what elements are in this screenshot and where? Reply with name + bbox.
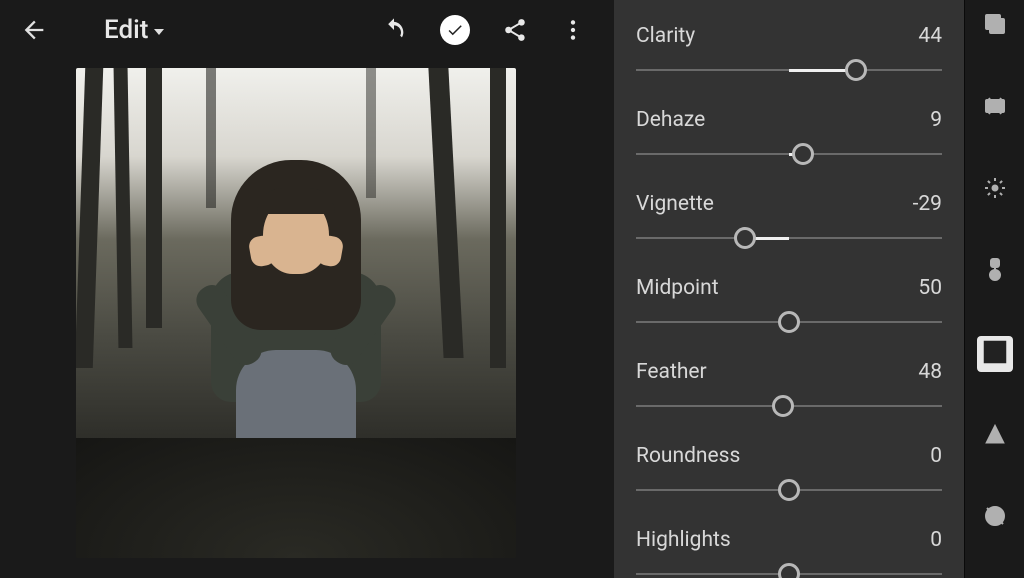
color-icon: [984, 257, 1006, 287]
slider-feather: Feather 48: [636, 360, 942, 416]
slider-thumb[interactable]: [734, 227, 756, 249]
detail-tool[interactable]: [977, 418, 1013, 454]
optics-icon: [983, 504, 1007, 532]
confirm-button[interactable]: [440, 15, 470, 45]
slider-track[interactable]: [636, 312, 942, 332]
optics-tool[interactable]: [977, 500, 1013, 536]
slider-label: Midpoint: [636, 276, 719, 300]
page-title: Edit: [104, 15, 148, 45]
image-preview: [76, 68, 516, 558]
auto-icon: [983, 94, 1007, 122]
slider-track[interactable]: [636, 144, 942, 164]
more-button[interactable]: [560, 17, 586, 43]
slider-label: Vignette: [636, 192, 714, 216]
slider-value: 44: [918, 24, 942, 48]
slider-track[interactable]: [636, 396, 942, 416]
slider-value: 0: [930, 528, 942, 552]
slider-thumb[interactable]: [845, 59, 867, 81]
presets-icon: [983, 12, 1007, 40]
slider-thumb[interactable]: [792, 143, 814, 165]
editor-main: Edit: [0, 0, 614, 578]
back-button[interactable]: [20, 16, 48, 44]
slider-label: Dehaze: [636, 108, 705, 132]
slider-thumb[interactable]: [772, 395, 794, 417]
share-button[interactable]: [502, 17, 528, 43]
slider-vignette: Vignette -29: [636, 192, 942, 248]
slider-track[interactable]: [636, 480, 942, 500]
slider-track[interactable]: [636, 228, 942, 248]
slider-label: Highlights: [636, 528, 731, 552]
slider-dehaze: Dehaze 9: [636, 108, 942, 164]
undo-button[interactable]: [380, 16, 408, 44]
slider-highlights: Highlights 0: [636, 528, 942, 578]
color-tool[interactable]: [977, 254, 1013, 290]
slider-track[interactable]: [636, 60, 942, 80]
slider-thumb[interactable]: [778, 563, 800, 578]
slider-value: 9: [930, 108, 942, 132]
tools-sidebar: [964, 0, 1024, 578]
effects-icon: [982, 339, 1008, 369]
chevron-down-icon: [154, 29, 164, 35]
auto-tool[interactable]: [977, 90, 1013, 126]
slider-thumb[interactable]: [778, 479, 800, 501]
slider-midpoint: Midpoint 50: [636, 276, 942, 332]
slider-value: -29: [913, 192, 942, 216]
presets-tool[interactable]: [977, 8, 1013, 44]
slider-value: 50: [918, 276, 942, 300]
effects-tool[interactable]: [977, 336, 1013, 372]
slider-thumb[interactable]: [778, 311, 800, 333]
slider-label: Feather: [636, 360, 707, 384]
detail-icon: [983, 422, 1007, 450]
slider-value: 48: [918, 360, 942, 384]
light-tool[interactable]: [977, 172, 1013, 208]
slider-value: 0: [930, 444, 942, 468]
image-viewport[interactable]: [0, 60, 614, 578]
slider-track[interactable]: [636, 564, 942, 578]
slider-label: Roundness: [636, 444, 740, 468]
slider-clarity: Clarity 44: [636, 24, 942, 80]
slider-roundness: Roundness 0: [636, 444, 942, 500]
topbar: Edit: [0, 0, 614, 60]
effects-panel: Clarity 44 Dehaze 9 Vignette -29 Midpoint 50 Fea…: [614, 0, 964, 578]
slider-label: Clarity: [636, 24, 695, 48]
edit-dropdown[interactable]: Edit: [104, 15, 164, 45]
light-icon: [983, 176, 1007, 204]
